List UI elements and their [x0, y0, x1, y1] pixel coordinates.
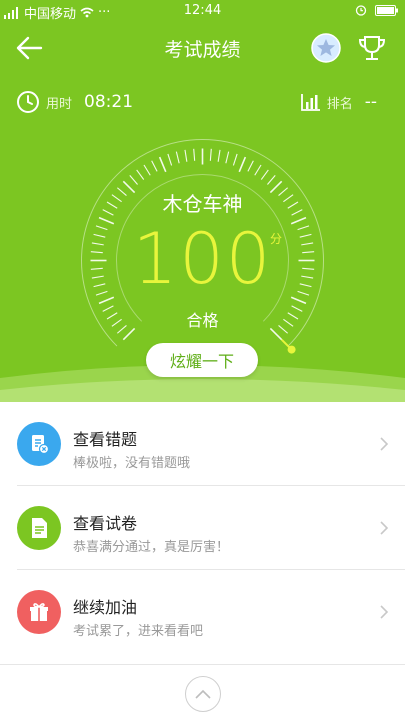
gauge-tick: [193, 148, 196, 161]
bar-chart-icon: [300, 94, 320, 111]
clock-icon: [17, 91, 39, 113]
status-bar: 中国移动 ··· 12:44: [0, 0, 405, 22]
gauge-tick: [260, 169, 269, 180]
gauge-tick: [254, 164, 262, 176]
action-list: 查看错题 棒极啦，没有错题哦 查看试卷 恭喜满分通过，真是厉害！ 继续加油 考试…: [0, 402, 405, 654]
status-right: [355, 4, 399, 16]
rank-value: --: [364, 92, 377, 112]
item-subtitle: 棒极啦，没有错题哦: [73, 456, 191, 471]
gauge-tick: [184, 149, 188, 162]
gauge-tick: [136, 169, 145, 180]
alarm-icon: [355, 5, 367, 16]
battery-icon: [375, 4, 398, 16]
chevron-right-icon: [380, 437, 389, 451]
item-title: 继续加油: [73, 598, 138, 617]
rank-info: 排名 --: [300, 90, 377, 114]
item-title: 查看试卷: [73, 514, 138, 533]
gauge-tick: [217, 149, 221, 162]
gauge-tick: [225, 151, 230, 164]
gauge-tick: [129, 174, 138, 185]
trophy-icon: [358, 36, 386, 60]
wrong-questions-icon: [17, 422, 61, 466]
gauge-tick: [143, 164, 151, 176]
time-label: 用时: [46, 96, 73, 112]
item-subtitle: 恭喜满分通过，真是厉害！: [73, 540, 230, 555]
gauge-tick: [167, 153, 173, 166]
gauge-tick: [247, 160, 254, 172]
bottom-divider: [0, 664, 405, 665]
document-icon: [17, 506, 61, 550]
item-subtitle: 考试累了，进来看看吧: [73, 624, 204, 639]
score-unit: 分: [270, 232, 283, 246]
gauge-tick: [232, 153, 238, 166]
item-title: 查看错题: [73, 430, 138, 449]
page-title: 考试成绩: [164, 39, 241, 61]
pass-result: 合格: [186, 311, 219, 330]
time-value: 08:21: [84, 92, 134, 112]
chevron-right-icon: [380, 605, 389, 619]
status-time: 12:44: [183, 3, 222, 18]
star-badge-icon: [311, 33, 341, 63]
chevron-right-icon: [380, 521, 389, 535]
gauge-tick: [209, 148, 212, 161]
achievement-badge-button[interactable]: [310, 32, 342, 64]
gauge-tick: [151, 160, 158, 172]
share-button[interactable]: 炫耀一下: [146, 343, 258, 377]
gauge-tick: [238, 156, 247, 173]
gauge-tick: [158, 156, 167, 173]
score-hero: 考试成绩 用时 08:21 排名 -- 木仓车神 100 分 合格 炫耀一下: [0, 22, 405, 402]
scroll-up-button[interactable]: [185, 676, 221, 712]
user-title: 木仓车神: [162, 192, 243, 216]
list-item-view-paper[interactable]: 查看试卷 恭喜满分通过，真是厉害！: [0, 486, 405, 570]
score-value: 100: [132, 218, 273, 300]
gauge-tick: [175, 151, 180, 164]
nav-bar: 考试成绩: [0, 22, 405, 74]
list-item-keep-going[interactable]: 继续加油 考试累了，进来看看吧: [0, 570, 405, 654]
list-item-wrong-questions[interactable]: 查看错题 棒极啦，没有错题哦: [0, 402, 405, 486]
gauge-tick: [267, 174, 276, 185]
trophy-button[interactable]: [356, 32, 388, 64]
gift-icon: [17, 590, 61, 634]
time-used: 用时 08:21: [16, 90, 133, 114]
chevron-up-icon: [195, 689, 211, 699]
rank-label: 排名: [326, 96, 353, 112]
